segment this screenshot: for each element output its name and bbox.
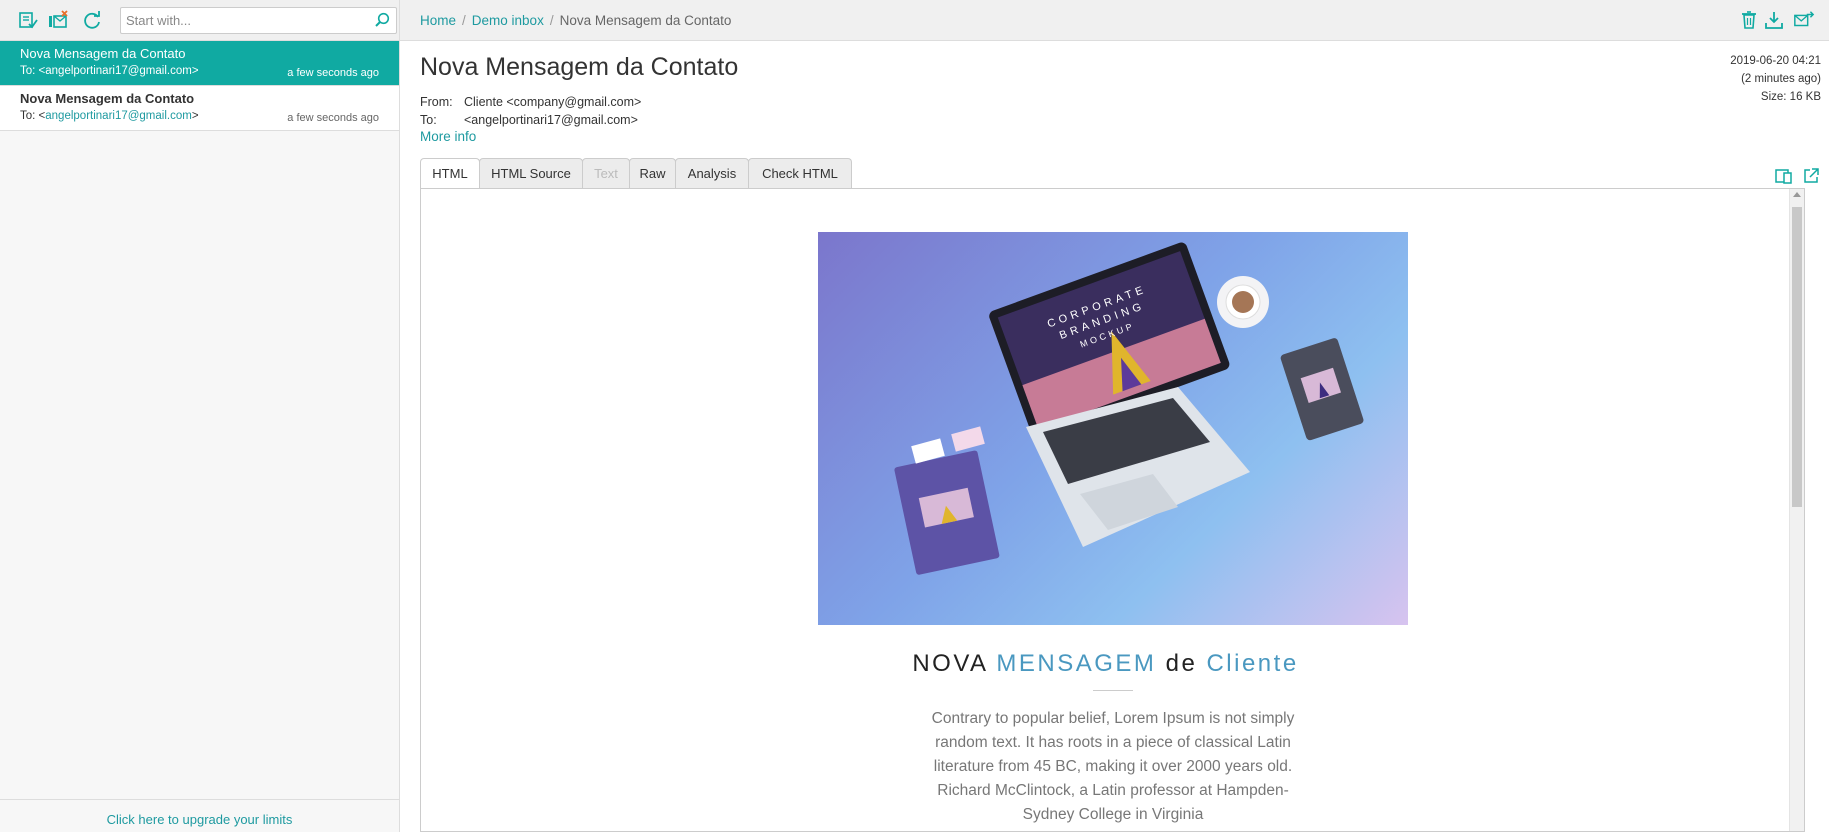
breadcrumb-separator: / bbox=[462, 13, 466, 28]
heading-part: de bbox=[1156, 650, 1207, 677]
mark-all-read-icon[interactable] bbox=[17, 9, 39, 31]
from-row: From: Cliente <company@gmail.com> bbox=[420, 93, 641, 111]
recipient-email: angelportinari17@gmail.com bbox=[45, 110, 192, 122]
branding-mockup-illustration: CORPORATE BRANDING MOCKUP bbox=[894, 242, 1364, 575]
download-icon[interactable] bbox=[1763, 10, 1785, 30]
breadcrumb: Home / Demo inbox / Nova Mensagem da Contato bbox=[420, 13, 731, 28]
forward-email-icon[interactable] bbox=[1793, 10, 1815, 30]
responsive-view-icon[interactable] bbox=[1775, 167, 1793, 185]
tab-text: Text bbox=[582, 158, 630, 188]
more-info-link[interactable]: More info bbox=[420, 129, 476, 144]
heading-highlight: MENSAGEM bbox=[996, 650, 1157, 677]
hero-image: CORPORATE BRANDING MOCKUP bbox=[818, 232, 1408, 625]
heading-divider bbox=[1093, 690, 1133, 691]
scroll-up-arrow-icon[interactable] bbox=[1793, 192, 1801, 197]
message-time: a few seconds ago bbox=[287, 67, 379, 79]
message-subject: Nova Mensagem da Contato bbox=[20, 91, 195, 106]
message-view: Nova Mensagem da Contato 2019-06-20 04:2… bbox=[400, 41, 1829, 832]
refresh-icon[interactable] bbox=[81, 9, 103, 31]
tab-analysis[interactable]: Analysis bbox=[675, 158, 749, 188]
to-value: <angelportinari17@gmail.com> bbox=[464, 113, 638, 127]
tab-html[interactable]: HTML bbox=[420, 158, 480, 189]
from-label: From: bbox=[420, 95, 453, 109]
heading-part: NOVA bbox=[912, 650, 997, 677]
to-row: To: <angelportinari17@gmail.com> bbox=[420, 111, 638, 129]
message-date: 2019-06-20 04:21 bbox=[1730, 55, 1821, 67]
from-value: Cliente <company@gmail.com> bbox=[464, 95, 642, 109]
breadcrumb-demo-inbox[interactable]: Demo inbox bbox=[472, 13, 544, 28]
message-relative-time: (2 minutes ago) bbox=[1741, 73, 1821, 85]
message-subject: Nova Mensagem da Contato bbox=[20, 46, 186, 61]
scrollbar-thumb[interactable] bbox=[1792, 207, 1802, 507]
message-list-sidebar: Nova Mensagem da Contato To: <angelporti… bbox=[0, 41, 400, 832]
message-time: a few seconds ago bbox=[287, 112, 379, 124]
top-toolbar: Home / Demo inbox / Nova Mensagem da Contato bbox=[0, 0, 1829, 41]
email-body-text: Contrary to popular belief, Lorem Ipsum … bbox=[931, 710, 1295, 823]
toolbar-left bbox=[0, 0, 400, 41]
message-meta: 2019-06-20 04:21 (2 minutes ago) Size: 1… bbox=[1730, 52, 1821, 106]
mail-app: Home / Demo inbox / Nova Mensagem da Contato… bbox=[0, 0, 1829, 832]
tab-check-html[interactable]: Check HTML bbox=[748, 158, 852, 188]
preview-scrollbar[interactable] bbox=[1789, 189, 1804, 831]
message-list-item[interactable]: Nova Mensagem da Contato To: <angelporti… bbox=[0, 41, 399, 86]
clear-inbox-icon[interactable] bbox=[47, 9, 69, 31]
tab-html-source[interactable]: HTML Source bbox=[479, 158, 583, 188]
search-icon[interactable] bbox=[374, 12, 390, 28]
message-list-item[interactable]: Nova Mensagem da Contato To: <angelporti… bbox=[0, 86, 399, 131]
search-input[interactable] bbox=[121, 8, 361, 33]
upgrade-limits-link[interactable]: Click here to upgrade your limits bbox=[0, 799, 399, 832]
heading-highlight: Cliente bbox=[1206, 650, 1299, 677]
message-title: Nova Mensagem da Contato bbox=[420, 53, 739, 81]
breadcrumb-current: Nova Mensagem da Contato bbox=[559, 13, 732, 28]
recipient-email: angelportinari17@gmail.com bbox=[45, 65, 192, 77]
to-label: To: bbox=[420, 113, 437, 127]
html-preview: CORPORATE BRANDING MOCKUP NOVA MENSAGEM … bbox=[420, 188, 1805, 832]
breadcrumb-home[interactable]: Home bbox=[420, 13, 456, 28]
delete-icon[interactable] bbox=[1738, 10, 1760, 30]
breadcrumb-separator: / bbox=[549, 13, 554, 28]
email-heading: NOVA MENSAGEM de Cliente bbox=[421, 650, 1790, 678]
message-size: Size: 16 KB bbox=[1760, 91, 1821, 103]
tab-raw[interactable]: Raw bbox=[629, 158, 676, 188]
search-box bbox=[120, 7, 397, 34]
open-in-new-window-icon[interactable] bbox=[1802, 167, 1820, 185]
